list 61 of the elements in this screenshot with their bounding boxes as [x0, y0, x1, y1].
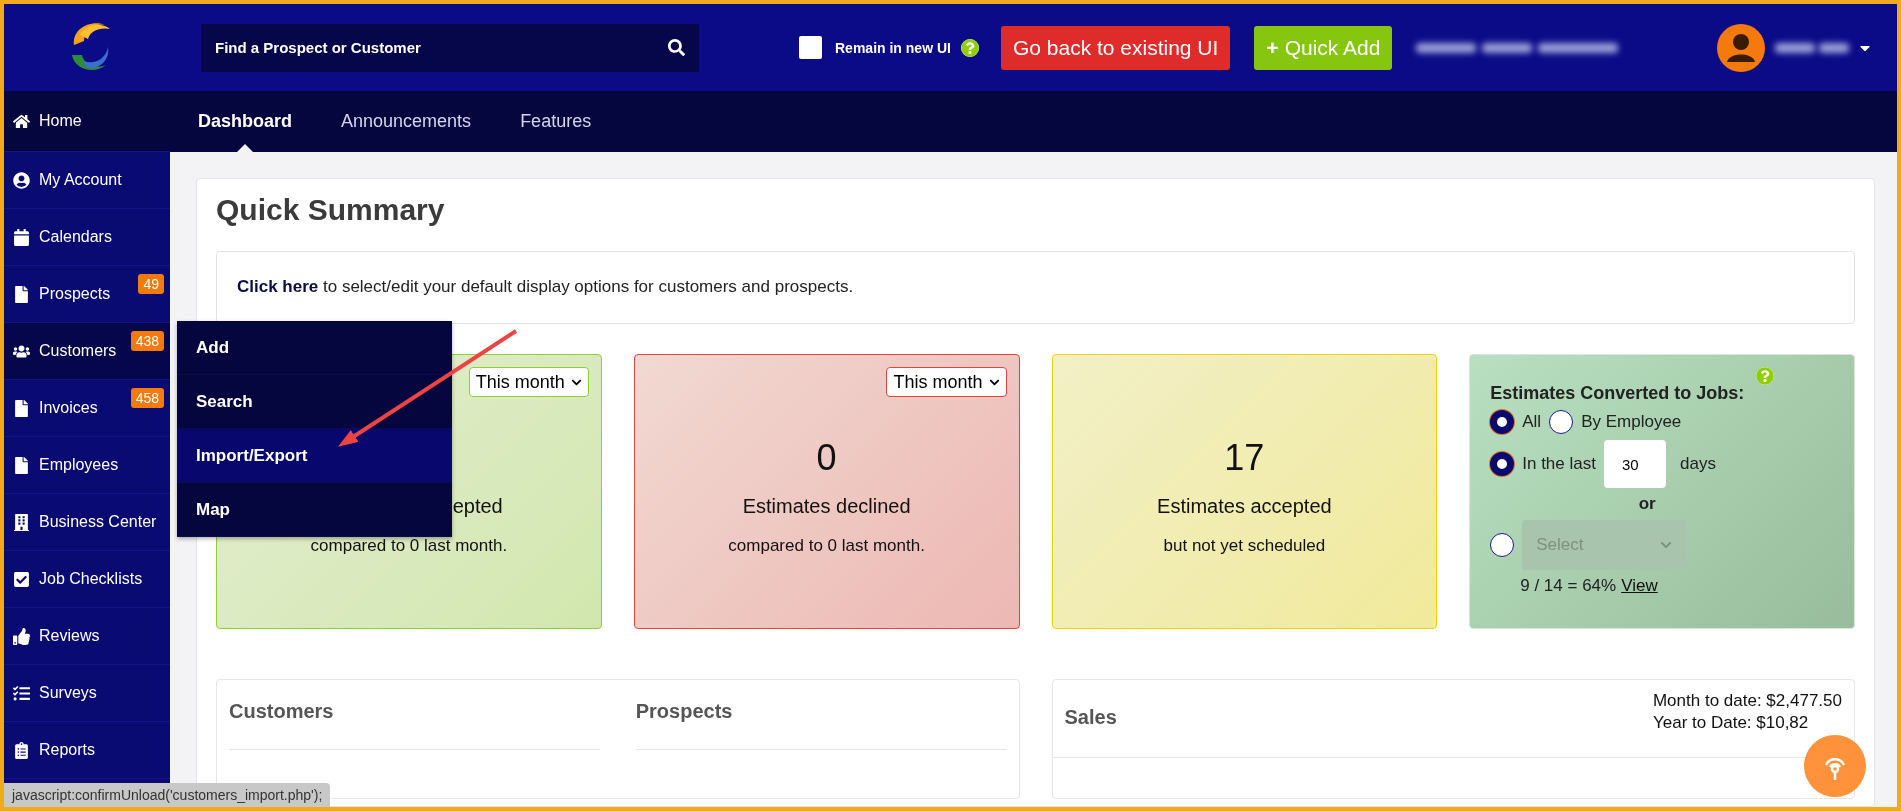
menu-item[interactable]: Add — [177, 321, 452, 375]
clipboard-icon — [12, 741, 30, 759]
stat-caption: compared to 0 last month. — [728, 536, 925, 556]
menu-item[interactable]: Map — [177, 483, 452, 537]
back-button[interactable]: Go back to existing UI — [1000, 25, 1231, 70]
page-title: Quick Summary — [216, 193, 446, 227]
stat-label: epted — [452, 495, 503, 518]
stat-label: Estimates declined — [742, 495, 911, 518]
ratio-text: 9 / 14 = 64% — [1520, 576, 1617, 596]
checkbox[interactable] — [799, 36, 822, 59]
view-link[interactable]: View — [1621, 576, 1658, 596]
avatar-icon[interactable] — [1717, 23, 1765, 72]
radio-label: All — [1522, 412, 1542, 432]
sidebar-item[interactable]: Customers 438 — [4, 323, 170, 380]
conversion-title: Estimates Converted to Jobs: — [1490, 383, 1745, 404]
sales-total: Month to date: $2,477.50 — [1652, 690, 1842, 712]
stat-value: 17 — [1224, 437, 1265, 480]
days-input[interactable]: 30 — [1603, 440, 1666, 488]
panel-heading: Sales — [1064, 706, 1117, 730]
count-badge: 458 — [130, 388, 164, 408]
search-field[interactable]: Find a Prospect or Customer — [201, 23, 699, 72]
notice-text: Click here to select/edit your default display options for customers and prospects. — [216, 251, 1855, 324]
sales-total: Year to Date: $10,82 — [1652, 712, 1810, 734]
home-icon — [12, 112, 30, 130]
building-icon — [12, 513, 30, 531]
stat-caption: compared to 0 last month. — [310, 536, 508, 556]
status-url: javascript:confirmUnload('customers_import.php'); — [4, 783, 331, 807]
period-select[interactable]: This month — [886, 367, 1007, 397]
radio-button[interactable] — [1490, 410, 1515, 434]
radio-button[interactable] — [1490, 452, 1515, 476]
help-icon — [1756, 367, 1774, 385]
or-label: or — [1638, 494, 1656, 514]
stat-caption: but not yet scheduled — [1163, 536, 1326, 556]
count-badge: 49 — [138, 274, 164, 294]
calendar-icon — [12, 228, 30, 246]
file-icon — [12, 399, 30, 417]
nav-tab[interactable]: Announcements — [341, 91, 472, 152]
checkbox-icon — [12, 570, 30, 588]
menu-item[interactable]: Import/Export — [177, 429, 452, 483]
unit-label: days — [1679, 454, 1716, 474]
file-icon — [12, 456, 30, 474]
period-select[interactable]: This month — [468, 367, 589, 397]
search-icon[interactable] — [668, 38, 685, 56]
menu-item[interactable]: Search — [177, 375, 452, 429]
nav-tab[interactable]: Dashboard — [198, 91, 293, 152]
list-check-icon — [12, 684, 30, 702]
panel-heading: Prospects — [635, 700, 1007, 750]
chevron-down-icon — [1660, 539, 1673, 551]
count-badge: 438 — [130, 331, 164, 351]
help-icon — [960, 38, 979, 57]
checkbox-label: Remain in new UI — [835, 39, 951, 56]
stat-label: Estimates accepted — [1157, 495, 1332, 518]
sidebar-item[interactable]: Home — [4, 91, 170, 152]
file-icon — [12, 285, 30, 303]
stat-value: 0 — [816, 437, 837, 480]
radio-label: In the last — [1522, 454, 1596, 474]
nav-tab[interactable]: Features — [520, 91, 592, 152]
radio-label: By Employee — [1581, 412, 1682, 432]
radio-button[interactable] — [1549, 410, 1574, 434]
panel-heading: Customers — [229, 700, 600, 750]
thumbs-up-icon — [12, 627, 30, 645]
